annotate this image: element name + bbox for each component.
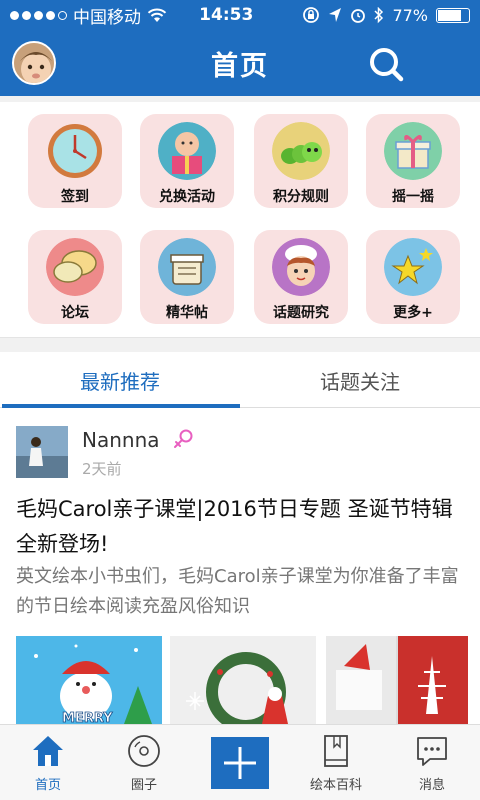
book-icon <box>324 735 348 767</box>
menu-featured[interactable]: 精华帖 <box>140 230 234 324</box>
bluetooth-icon <box>374 6 384 23</box>
bottom-nav: 首页 圈子 绘本百科 消息 <box>0 724 480 800</box>
nav-label: 首页 <box>34 778 61 793</box>
tab-topics[interactable]: 话题关注 <box>240 352 480 407</box>
nav-circle[interactable]: 圈子 <box>96 725 192 800</box>
status-bar: 中国移动 14:53 77% <box>0 0 480 30</box>
post-summary: 英文绘本小书虫们，毛妈Carol亲子课堂为你准备了丰富的节日绘本阅读充盈风俗知识 <box>16 566 459 617</box>
female-icon <box>174 429 193 448</box>
nav-messages[interactable]: 消息 <box>384 725 480 800</box>
menu-label: 论坛 <box>61 305 89 321</box>
rotation-lock-icon <box>303 7 320 23</box>
menu-topic-research[interactable]: 话题研究 <box>254 230 348 324</box>
search-icon <box>370 48 404 82</box>
user-avatar[interactable] <box>12 41 56 85</box>
menu-label: 摇一摇 <box>392 189 434 205</box>
alarm-icon <box>351 9 366 23</box>
gift-box-icon <box>384 122 442 180</box>
add-post-button[interactable] <box>211 737 269 789</box>
basket-icon <box>158 238 216 296</box>
post-thumbnail[interactable]: MERRY <box>16 636 162 724</box>
menu-label: 话题研究 <box>273 305 329 321</box>
nav-label: 圈子 <box>130 778 157 793</box>
post-title[interactable]: 毛妈Carol亲子课堂|2016节日专题 圣诞节特辑全新登场! <box>16 492 472 562</box>
post-thumbnail[interactable] <box>326 636 468 724</box>
search-button[interactable] <box>366 44 406 84</box>
gift-baby-icon <box>158 122 216 180</box>
quick-menu-grid: 签到 兑换活动 积分规则 摇一摇 论坛 精华帖 话题研究 更多+ <box>0 102 480 338</box>
nav-home[interactable]: 首页 <box>0 725 96 800</box>
menu-points-rules[interactable]: 积分规则 <box>254 114 348 208</box>
menu-label: 更多+ <box>393 305 433 321</box>
stars-icon <box>384 238 442 296</box>
menu-label: 精华帖 <box>166 305 208 321</box>
clock-icon <box>46 122 104 180</box>
clock-time: 14:53 <box>199 5 254 25</box>
menu-forum[interactable]: 论坛 <box>28 230 122 324</box>
menu-label: 签到 <box>61 189 89 205</box>
menu-shake[interactable]: 摇一摇 <box>366 114 460 208</box>
signal-icon <box>10 10 67 20</box>
menu-checkin[interactable]: 签到 <box>28 114 122 208</box>
home-icon <box>33 736 63 766</box>
nav-picture-books[interactable]: 绘本百科 <box>288 725 384 800</box>
post-time: 2天前 <box>82 460 122 478</box>
post-author-name[interactable]: Nannna <box>82 428 160 452</box>
top-nav-bar: 首页 <box>0 30 480 96</box>
caterpillar-icon <box>272 122 330 180</box>
battery-percent: 77% <box>392 5 428 25</box>
menu-label: 积分规则 <box>273 189 329 205</box>
menu-more[interactable]: 更多+ <box>366 230 460 324</box>
carrier-label: 中国移动 <box>73 7 141 28</box>
nav-post-button[interactable] <box>192 725 288 800</box>
disc-icon <box>128 735 160 767</box>
chef-girl-icon <box>272 238 330 296</box>
nav-label: 绘本百科 <box>309 778 362 793</box>
plus-icon <box>224 747 256 779</box>
thumb-text: MERRY <box>62 711 113 724</box>
tab-latest[interactable]: 最新推荐 <box>0 352 240 408</box>
post-card[interactable]: Nannna 2天前 毛妈Carol亲子课堂|2016节日专题 圣诞节特辑全新登… <box>0 408 480 724</box>
feed-tabs: 最新推荐 话题关注 <box>0 352 480 408</box>
message-icon <box>417 737 447 766</box>
page-title: 首页 <box>211 50 269 82</box>
post-thumbnail[interactable] <box>170 636 316 724</box>
location-icon <box>329 8 342 22</box>
speech-bubbles-icon <box>46 238 104 296</box>
menu-exchange[interactable]: 兑换活动 <box>140 114 234 208</box>
menu-label: 兑换活动 <box>159 189 215 205</box>
nav-label: 消息 <box>418 778 445 793</box>
battery-icon <box>436 7 470 23</box>
post-author-avatar[interactable] <box>16 426 68 478</box>
